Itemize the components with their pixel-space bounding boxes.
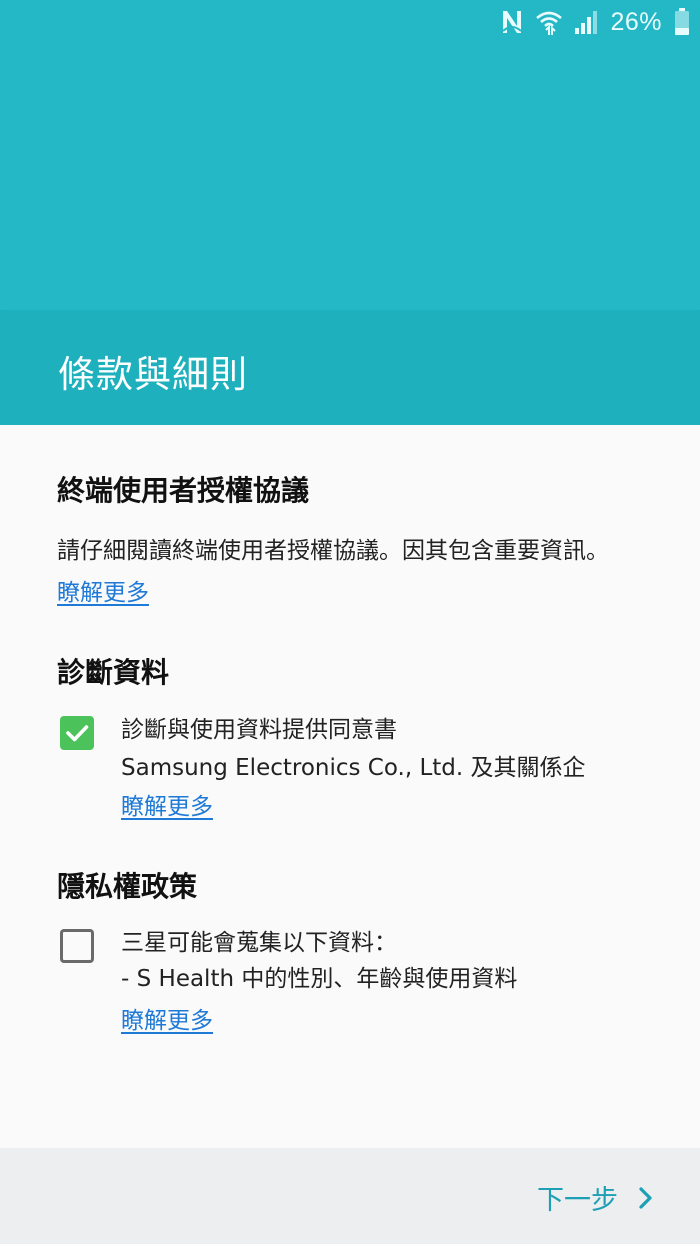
page-title: 條款與細則 bbox=[58, 353, 248, 396]
nfc-icon bbox=[500, 9, 524, 35]
diagnostics-company-line: Samsung Electronics Co., Ltd. 及其關係企 bbox=[121, 755, 586, 781]
privacy-title: 隱私權政策 bbox=[57, 870, 198, 903]
page-header: 條款與細則 bbox=[0, 310, 700, 425]
app-root: 26% 條款與細則 終端使用者授權協議 請仔細閱讀終端使用者授權協議。因其包含重… bbox=[0, 0, 700, 1244]
wifi-icon bbox=[536, 9, 563, 35]
eula-description: 請仔細閱讀終端使用者授權協議。因其包含重要資訊。 bbox=[57, 538, 609, 564]
next-label: 下一步 bbox=[537, 1185, 618, 1216]
battery-icon bbox=[674, 8, 690, 36]
next-button[interactable]: 下一步 bbox=[537, 1178, 654, 1217]
diagnostics-title: 診斷資料 bbox=[57, 656, 170, 689]
top-band: 26% bbox=[0, 0, 700, 310]
privacy-collect-line: 三星可能會蒐集以下資料： bbox=[121, 930, 397, 956]
privacy-checkbox[interactable] bbox=[60, 929, 94, 963]
privacy-learn-more-link[interactable]: 瞭解更多 bbox=[121, 1001, 213, 1035]
eula-title: 終端使用者授權協議 bbox=[57, 474, 310, 507]
status-bar: 26% bbox=[500, 0, 700, 44]
diagnostics-consent-line: 診斷與使用資料提供同意書 bbox=[121, 717, 397, 743]
checkmark-icon bbox=[66, 725, 89, 742]
eula-learn-more-link[interactable]: 瞭解更多 bbox=[57, 573, 149, 607]
privacy-data-line: - S Health 中的性別、年齡與使用資料 bbox=[121, 966, 518, 992]
battery-percent: 26% bbox=[610, 7, 662, 36]
footer-bar: 下一步 bbox=[0, 1148, 700, 1244]
signal-icon bbox=[574, 10, 598, 34]
diagnostics-checkbox[interactable] bbox=[60, 716, 94, 750]
terms-content: 終端使用者授權協議 請仔細閱讀終端使用者授權協議。因其包含重要資訊。 瞭解更多 … bbox=[0, 425, 700, 1148]
chevron-right-icon bbox=[639, 1186, 652, 1209]
diagnostics-learn-more-link[interactable]: 瞭解更多 bbox=[121, 787, 213, 821]
